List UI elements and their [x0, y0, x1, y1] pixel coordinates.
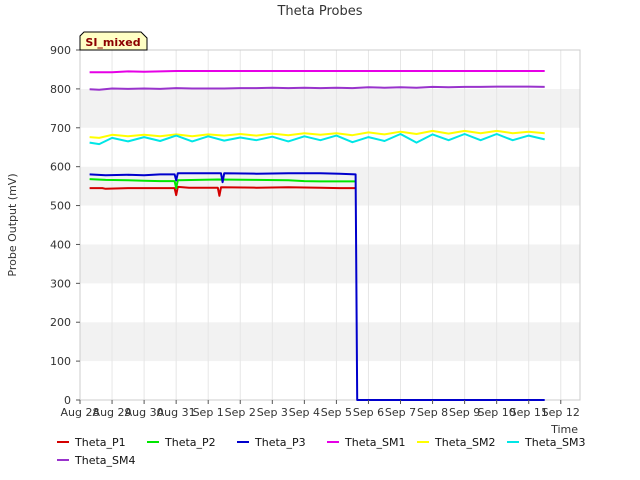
y-tick-label: 200	[50, 316, 71, 329]
site-badge: SI_mixed	[79, 31, 148, 51]
y-tick-label: 600	[50, 161, 71, 174]
x-tick-label: Sep 7	[385, 406, 416, 419]
x-tick-label: Sep 1	[193, 406, 224, 419]
x-tick-label: Sep 6	[353, 406, 384, 419]
legend: Theta_P1 Theta_P2 Theta_P3 Theta_SM1 Theta_S…	[57, 436, 585, 467]
grid-band	[80, 361, 580, 400]
theta-probes-chart: 0100200300400500600700800900 Aug 28Aug 2…	[6, 4, 585, 467]
y-axis-ticks: 0100200300400500600700800900	[50, 44, 80, 407]
site-label: SI_mixed	[85, 36, 140, 49]
legend-label: Theta_SM1	[344, 436, 405, 449]
chart-title: Theta Probes	[276, 4, 362, 19]
legend-label: Theta_SM3	[524, 436, 585, 449]
y-tick-label: 100	[50, 355, 71, 368]
grid-band	[80, 283, 580, 323]
y-axis-label: Probe Output (mV)	[6, 173, 19, 276]
grid-band	[80, 50, 580, 89]
x-tick-label: Sep 4	[289, 406, 320, 419]
grid-band	[80, 322, 580, 362]
x-tick-label: Sep 8	[417, 406, 448, 419]
legend-label: Theta_P1	[74, 436, 126, 449]
y-tick-label: 800	[50, 83, 71, 96]
x-tick-label: Sep 5	[321, 406, 352, 419]
y-tick-label: 300	[50, 277, 71, 290]
x-tick-label: Sep 2	[225, 406, 256, 419]
x-tick-label: Sep 12	[542, 406, 580, 419]
legend-label: Theta_P2	[164, 436, 216, 449]
x-tick-label: Aug 31	[157, 406, 196, 419]
grid-band	[80, 88, 580, 128]
plot-background	[80, 50, 580, 400]
x-axis-ticks: Aug 28Aug 29Aug 30Aug 31Sep 1 Sep 2 Sep 3S…	[61, 400, 580, 419]
x-axis-label: Time	[550, 423, 578, 436]
grid-band	[80, 205, 580, 245]
y-tick-label: 900	[50, 44, 71, 57]
y-tick-label: 700	[50, 122, 71, 135]
x-tick-label: Sep 9	[449, 406, 480, 419]
y-tick-label: 500	[50, 200, 71, 213]
grid-band	[80, 244, 580, 284]
legend-label: Theta_P3	[254, 436, 306, 449]
legend-label: Theta_SM4	[74, 454, 135, 467]
legend-label: Theta_SM2	[434, 436, 495, 449]
x-tick-label: Sep 3	[257, 406, 288, 419]
y-tick-label: 400	[50, 238, 71, 251]
